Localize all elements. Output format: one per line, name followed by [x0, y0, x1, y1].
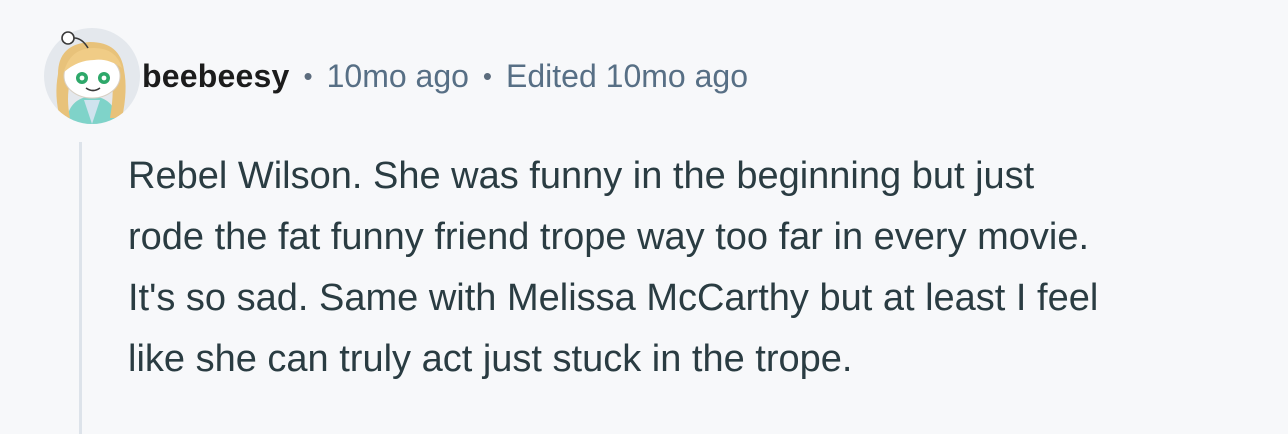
posted-time[interactable]: 10mo ago	[327, 58, 469, 95]
user-avatar-icon[interactable]	[44, 28, 140, 124]
comment-meta: beebeesy • 10mo ago • Edited 10mo ago	[142, 52, 748, 100]
separator-dot: •	[303, 60, 313, 91]
comment-body-line: rode the fat funny friend trope way too …	[128, 216, 1090, 258]
comment-body-line: like she can truly act just stuck in the…	[128, 338, 853, 380]
comment-body-line: Rebel Wilson. She was funny in the begin…	[128, 155, 1035, 197]
separator-dot: •	[482, 60, 493, 91]
thread-line[interactable]	[79, 142, 82, 434]
comment: beebeesy • 10mo ago • Edited 10mo ago Re…	[0, 0, 1288, 434]
comment-body-line: It's so sad. Same with Melissa McCarthy …	[128, 277, 1099, 319]
comment-body: Rebel Wilson. She was funny in the begin…	[128, 146, 1268, 390]
edited-label: Edited 10mo ago	[506, 57, 748, 94]
username-link[interactable]: beebeesy	[142, 58, 289, 95]
